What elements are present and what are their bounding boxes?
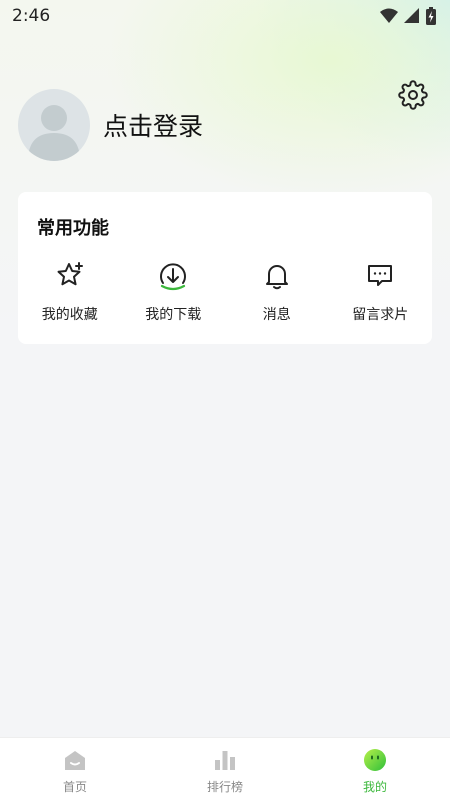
bell-icon (265, 265, 288, 290)
wifi-icon (380, 8, 398, 23)
gear-icon (398, 80, 428, 110)
nav-label: 排行榜 (206, 780, 243, 794)
nav-label: 我的 (362, 780, 387, 794)
nav-mine[interactable]: 我的 (300, 738, 450, 800)
features-grid: 我的收藏 我的下载 消息 留言求片 (18, 260, 432, 324)
battery-charging-icon (426, 7, 436, 25)
star-icon (57, 262, 83, 286)
feature-label: 我的下载 (145, 307, 202, 323)
feature-label: 留言求片 (352, 307, 409, 323)
mine-face-icon (364, 749, 386, 771)
cellular-signal-icon (404, 8, 419, 23)
settings-button[interactable] (398, 80, 428, 110)
message-icon (368, 265, 393, 286)
nav-home[interactable]: 首页 (0, 738, 150, 800)
status-time: 2:46 (12, 6, 51, 26)
bottom-navigation: 首页 排行榜 我的 (0, 737, 450, 800)
feature-label: 消息 (262, 307, 291, 323)
favorites-button[interactable]: 我的收藏 (18, 260, 122, 324)
default-avatar-icon (28, 105, 80, 161)
nav-ranking[interactable]: 排行榜 (150, 738, 300, 800)
chart-icon (215, 751, 235, 770)
login-link[interactable]: 点击登录 (103, 107, 203, 143)
messages-button[interactable]: 消息 (225, 260, 329, 324)
nav-label: 首页 (62, 780, 87, 794)
request-film-button[interactable]: 留言求片 (329, 260, 433, 324)
status-icons (380, 7, 436, 25)
download-icon (160, 263, 187, 291)
downloads-button[interactable]: 我的下载 (122, 260, 226, 324)
avatar[interactable] (18, 89, 90, 161)
card-title: 常用功能 (37, 218, 109, 239)
home-icon (65, 751, 85, 770)
common-functions-card: 常用功能 我的收藏 我的下载 消息 留言求片 (18, 192, 432, 344)
feature-label: 我的收藏 (41, 307, 98, 323)
status-bar: 2:46 (0, 0, 450, 32)
profile-section: 点击登录 (18, 89, 203, 161)
